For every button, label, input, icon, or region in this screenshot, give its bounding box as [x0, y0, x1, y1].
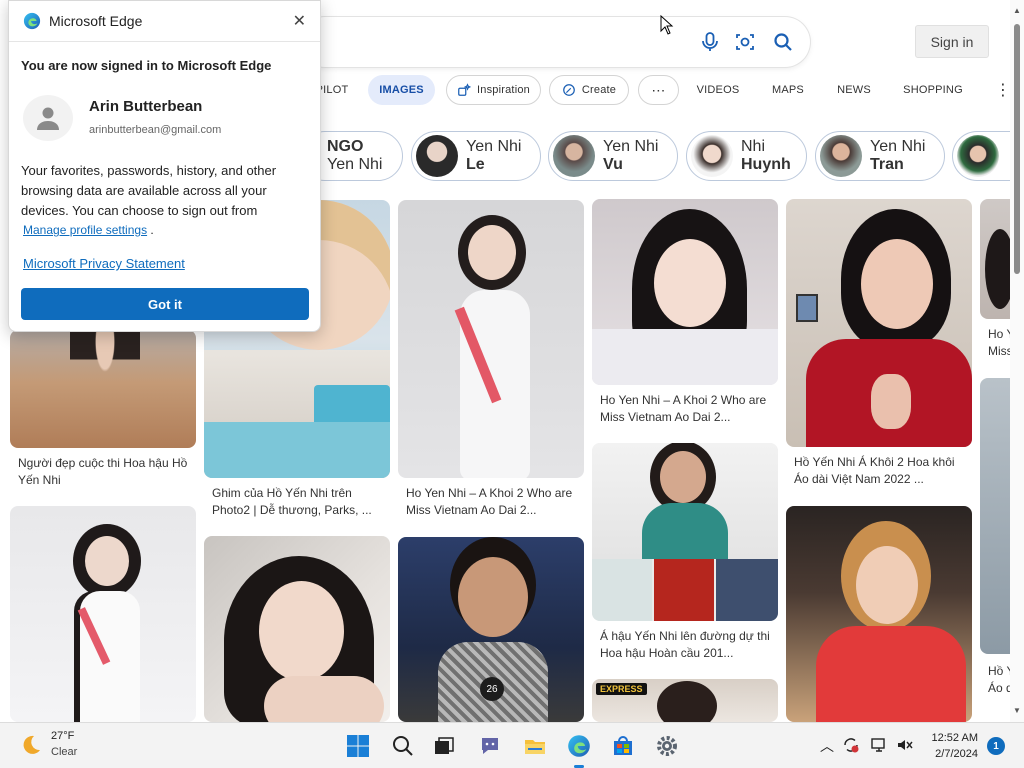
file-explorer-icon[interactable]: [521, 732, 549, 760]
chip-photo: [691, 135, 733, 177]
scrollbar-thumb[interactable]: [1014, 24, 1020, 274]
taskbar: 27°F Clear ︿ 12:52 AM 2/7/2024 1: [0, 722, 1024, 768]
profile-name: Arin Butterbean: [89, 98, 203, 115]
image-result[interactable]: [592, 443, 778, 621]
privacy-statement-link[interactable]: Microsoft Privacy Statement: [23, 256, 185, 271]
chip-label: Yen Nhi: [327, 156, 383, 173]
tabs-overflow-icon[interactable]: ⋮: [995, 75, 1011, 105]
edge-logo-icon: [23, 12, 41, 30]
mouse-cursor-icon: [660, 15, 674, 35]
chip-label: Yen Nhi: [870, 138, 926, 155]
page-scrollbar[interactable]: ▲ ▼: [1010, 0, 1024, 722]
image-caption[interactable]: Hồ Yến Nhi Á Khôi 2 Hoa khôi Áo dài Việt…: [794, 454, 969, 488]
tab-inspiration[interactable]: Inspiration: [446, 75, 541, 105]
got-it-button[interactable]: Got it: [21, 288, 309, 320]
image-caption[interactable]: Á hậu Yến Nhi lên đường dự thi Hoa hậu H…: [600, 628, 775, 662]
visual-search-icon[interactable]: [733, 30, 757, 54]
settings-gear-icon[interactable]: [653, 732, 681, 760]
task-view-icon[interactable]: [430, 732, 458, 760]
chip-label-bold: Vu: [603, 156, 623, 173]
chip-label: Yen Nhi: [466, 138, 522, 155]
related-chip-yen-nhi-le[interactable]: Yen Nhi Le: [411, 131, 541, 181]
sign-in-button[interactable]: Sign in: [915, 25, 989, 58]
tab-create[interactable]: Create: [549, 75, 629, 105]
create-icon: [563, 84, 575, 96]
person-icon: [37, 107, 59, 130]
image-result[interactable]: [980, 378, 1010, 654]
sync-alert-icon[interactable]: [842, 736, 860, 754]
chip-photo: [416, 135, 458, 177]
scroll-up-arrow[interactable]: ▲: [1013, 6, 1021, 15]
image-caption[interactable]: Ho YMiss: [988, 326, 1010, 360]
chip-label: Nhi: [741, 138, 766, 155]
tab-videos[interactable]: VIDEOS: [693, 75, 743, 105]
chevron-up-icon[interactable]: ︿: [820, 736, 834, 756]
chip-photo: [553, 135, 595, 177]
more-tabs-button[interactable]: ⋯: [638, 75, 679, 105]
image-result[interactable]: [204, 536, 390, 722]
network-icon[interactable]: [870, 736, 888, 754]
image-result[interactable]: [10, 506, 196, 722]
chip-label-bold: Tran: [870, 156, 904, 173]
avatar: [23, 95, 73, 141]
related-chip-nhi-huynh[interactable]: Nhi Huynh: [686, 131, 807, 181]
chat-icon[interactable]: [476, 732, 504, 760]
close-icon[interactable]: ✕: [293, 11, 306, 31]
image-result[interactable]: 26: [398, 537, 584, 722]
related-chip-yen-nhi-vu[interactable]: Yen Nhi Vu: [548, 131, 678, 181]
volume-muted-icon[interactable]: [896, 736, 914, 754]
edge-signin-flyout: Microsoft Edge ✕ You are now signed in t…: [8, 0, 321, 332]
image-caption[interactable]: Ghim của Hồ Yến Nhi trên Photo2 | Dễ thư…: [212, 485, 387, 519]
tab-shopping[interactable]: SHOPPING: [898, 75, 968, 105]
store-icon[interactable]: [609, 732, 637, 760]
image-result[interactable]: [980, 199, 1010, 319]
flyout-headline: You are now signed in to Microsoft Edge: [21, 58, 272, 73]
weather-condition[interactable]: Clear: [51, 746, 77, 758]
flyout-header: Microsoft Edge ✕: [9, 1, 320, 42]
microphone-icon[interactable]: [698, 30, 722, 54]
image-result[interactable]: [398, 200, 584, 478]
weather-moon-icon[interactable]: [19, 733, 43, 757]
image-result[interactable]: [592, 199, 778, 385]
chip-label: Yen Nhi: [603, 138, 659, 155]
flyout-description: Your favorites, passwords, history, and …: [21, 163, 277, 237]
express-label: EXPRESS: [596, 683, 647, 695]
related-chip-yen-nhi-tran[interactable]: Yen Nhi Tran: [815, 131, 945, 181]
flyout-title: Microsoft Edge: [49, 13, 143, 29]
image-caption[interactable]: Người đẹp cuộc thi Hoa hậu Hồ Yến Nhi: [18, 455, 198, 489]
system-clock[interactable]: 12:52 AM 2/7/2024: [932, 730, 978, 762]
chip-photo: [820, 135, 862, 177]
image-result[interactable]: [786, 506, 972, 722]
image-result[interactable]: EXPRESS: [592, 679, 778, 722]
manage-profile-link[interactable]: Manage profile settings: [23, 223, 147, 237]
chip-label-bold: Le: [466, 156, 485, 173]
chip-label-bold: Huynh: [741, 156, 791, 173]
notification-badge[interactable]: 1: [987, 737, 1005, 755]
tab-images[interactable]: IMAGES: [368, 75, 435, 105]
search-icon[interactable]: [771, 30, 795, 54]
profile-email: arinbutterbean@gmail.com: [89, 124, 222, 136]
contestant-number: 26: [480, 677, 504, 701]
chip-photo: [957, 135, 999, 177]
tab-news[interactable]: NEWS: [832, 75, 876, 105]
chip-label-bold: NGO: [327, 138, 364, 155]
search-input[interactable]: [300, 17, 810, 67]
scroll-down-arrow[interactable]: ▼: [1013, 706, 1021, 715]
image-result[interactable]: [10, 330, 196, 448]
image-caption[interactable]: Ho Yen Nhi – A Khoi 2 Who are Miss Vietn…: [600, 392, 775, 426]
inspiration-icon: [458, 83, 472, 96]
edge-taskbar-icon[interactable]: [565, 732, 593, 768]
weather-temperature[interactable]: 27°F: [51, 730, 74, 742]
image-result[interactable]: [786, 199, 972, 447]
start-icon[interactable]: [344, 732, 372, 760]
image-caption[interactable]: Ho Yen Nhi – A Khoi 2 Who are Miss Vietn…: [406, 485, 581, 519]
tab-maps[interactable]: MAPS: [766, 75, 810, 105]
image-caption[interactable]: Hồ YÁo d: [988, 663, 1010, 697]
taskbar-search-icon[interactable]: [389, 732, 417, 760]
